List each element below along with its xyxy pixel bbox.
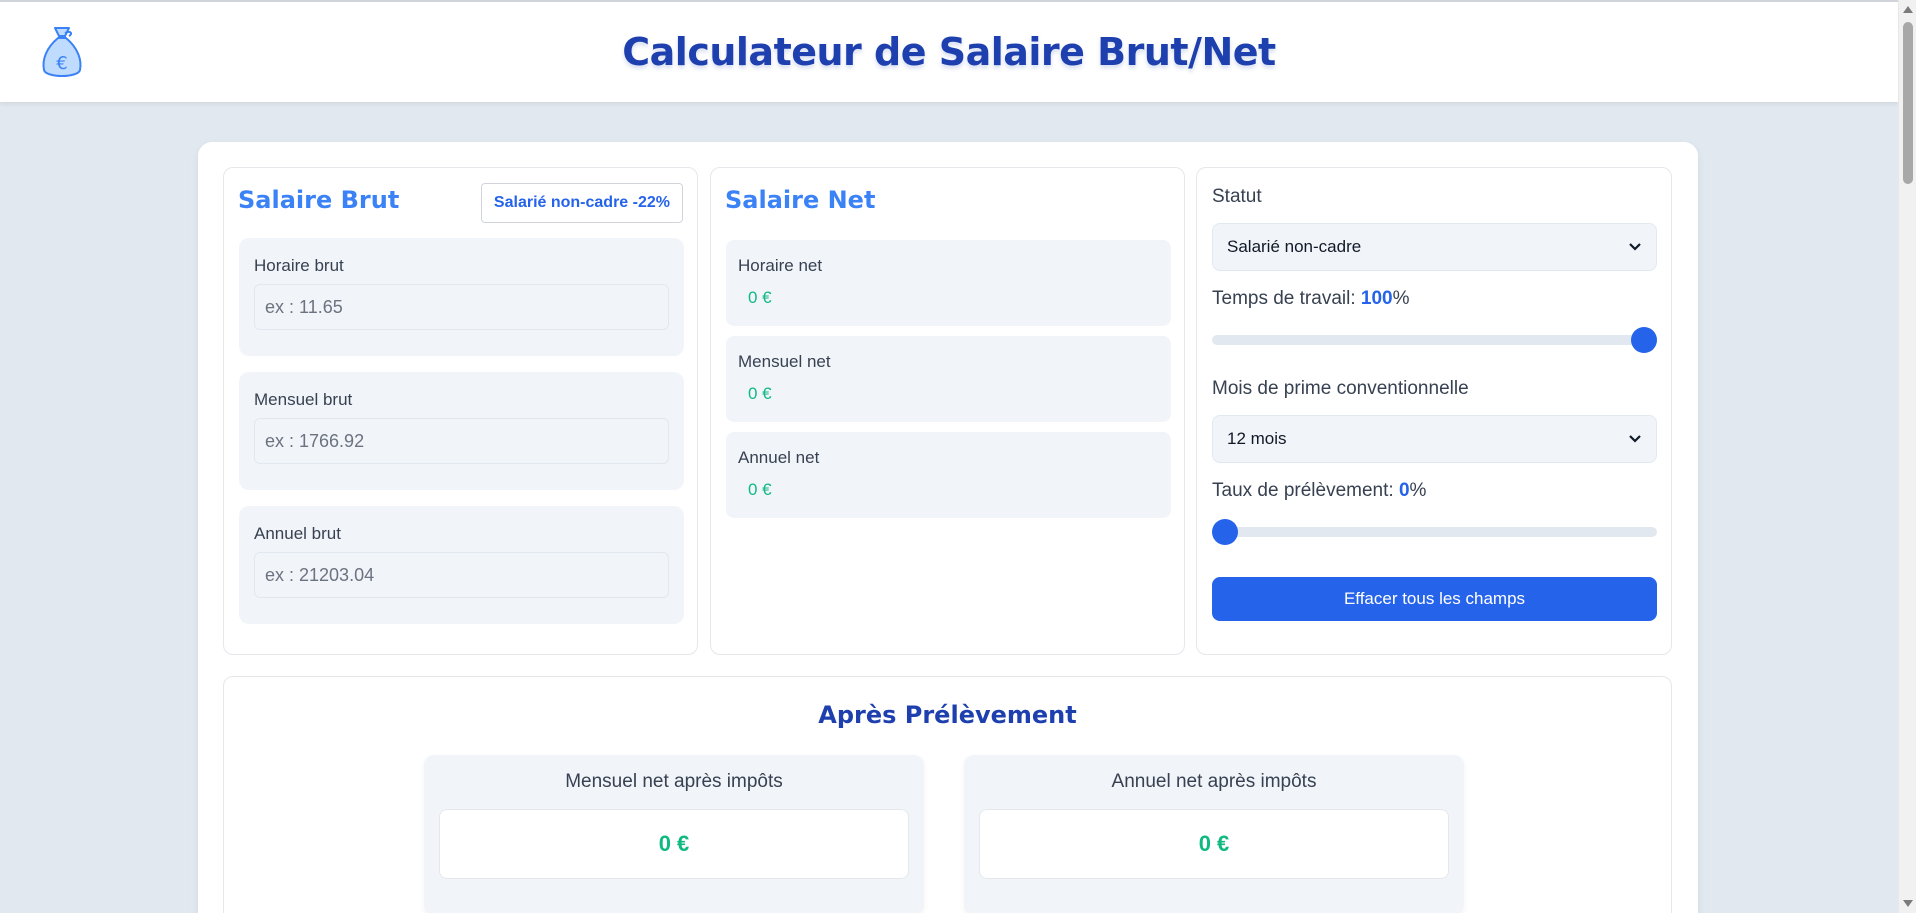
work-time-label-text: Temps de travail:	[1212, 288, 1361, 309]
annual-net-group: Annuel net 0 €	[726, 432, 1171, 518]
annual-gross-group: Annuel brut	[239, 506, 684, 624]
svg-text:€: €	[56, 53, 67, 74]
hourly-gross-input[interactable]	[254, 284, 669, 330]
annual-net-value: 0 €	[748, 480, 772, 499]
status-select[interactable]: Salarié non-cadre	[1212, 223, 1657, 271]
monthly-gross-group: Mensuel brut	[239, 372, 684, 490]
bonus-months-label: Mois de prime conventionnelle	[1212, 378, 1469, 399]
gross-salary-card: Salaire Brut Salarié non-cadre -22% Hora…	[223, 167, 698, 655]
monthly-after-tax-label: Mensuel net après impôts	[565, 771, 783, 792]
net-salary-card: Salaire Net Horaire net 0 € Mensuel net …	[710, 167, 1185, 655]
annual-gross-input[interactable]	[254, 552, 669, 598]
chevron-down-icon	[1629, 243, 1641, 251]
tax-rate-label: Taux de prélèvement: 0%	[1212, 480, 1426, 502]
tax-rate-unit: %	[1409, 480, 1427, 501]
tax-rate-slider-thumb[interactable]	[1212, 519, 1238, 545]
money-bag-euro-icon: €	[42, 27, 82, 77]
work-time-value: 100	[1360, 288, 1393, 309]
annual-after-tax-label: Annuel net après impôts	[1111, 771, 1317, 792]
monthly-after-tax-value: 0 €	[439, 809, 909, 879]
clear-all-button[interactable]: Effacer tous les champs	[1212, 577, 1657, 621]
net-salary-title: Salaire Net	[725, 186, 876, 214]
bonus-months-value: 12 mois	[1227, 429, 1287, 448]
chevron-down-icon	[1629, 435, 1641, 443]
scroll-up-arrow-icon[interactable]	[1903, 6, 1913, 13]
hourly-net-group: Horaire net 0 €	[726, 240, 1171, 326]
page-title: Calculateur de Salaire Brut/Net	[622, 30, 1276, 74]
annual-net-label: Annuel net	[738, 448, 820, 467]
annual-after-tax-value: 0 €	[979, 809, 1449, 879]
annual-after-tax-group: Annuel net après impôts 0 €	[964, 755, 1464, 913]
status-select-value: Salarié non-cadre	[1227, 237, 1362, 256]
monthly-gross-label: Mensuel brut	[254, 390, 353, 409]
calculator-container: Salaire Brut Salarié non-cadre -22% Hora…	[198, 142, 1698, 913]
hourly-gross-label: Horaire brut	[254, 256, 344, 275]
page-scrollbar[interactable]	[1898, 0, 1916, 913]
work-time-slider-thumb[interactable]	[1631, 327, 1657, 353]
bonus-months-select[interactable]: 12 mois	[1212, 415, 1657, 463]
tax-rate-slider[interactable]	[1212, 519, 1657, 545]
after-tax-card: Après Prélèvement Mensuel net après impô…	[223, 676, 1672, 913]
page-header: € Calculateur de Salaire Brut/Net	[0, 2, 1898, 102]
scroll-down-arrow-icon[interactable]	[1903, 900, 1913, 907]
after-tax-title: Après Prélèvement	[818, 701, 1077, 729]
monthly-net-value: 0 €	[748, 384, 772, 403]
status-label: Statut	[1212, 186, 1262, 207]
work-time-label: Temps de travail: 100%	[1212, 288, 1410, 310]
annual-gross-label: Annuel brut	[254, 524, 341, 543]
hourly-net-value: 0 €	[748, 288, 772, 307]
hourly-net-label: Horaire net	[738, 256, 823, 275]
tax-rate-value: 0	[1398, 480, 1410, 501]
monthly-net-label: Mensuel net	[738, 352, 831, 371]
scrollbar-thumb[interactable]	[1903, 22, 1913, 184]
work-time-unit: %	[1392, 288, 1410, 309]
settings-card: Statut Salarié non-cadre Temps de travai…	[1196, 167, 1672, 655]
hourly-gross-group: Horaire brut	[239, 238, 684, 356]
tax-rate-label-text: Taux de prélèvement:	[1212, 480, 1399, 501]
work-time-slider[interactable]	[1212, 327, 1657, 353]
status-badge: Salarié non-cadre -22%	[480, 183, 683, 223]
monthly-after-tax-group: Mensuel net après impôts 0 €	[424, 755, 924, 913]
gross-salary-title: Salaire Brut	[238, 186, 400, 214]
monthly-gross-input[interactable]	[254, 418, 669, 464]
monthly-net-group: Mensuel net 0 €	[726, 336, 1171, 422]
